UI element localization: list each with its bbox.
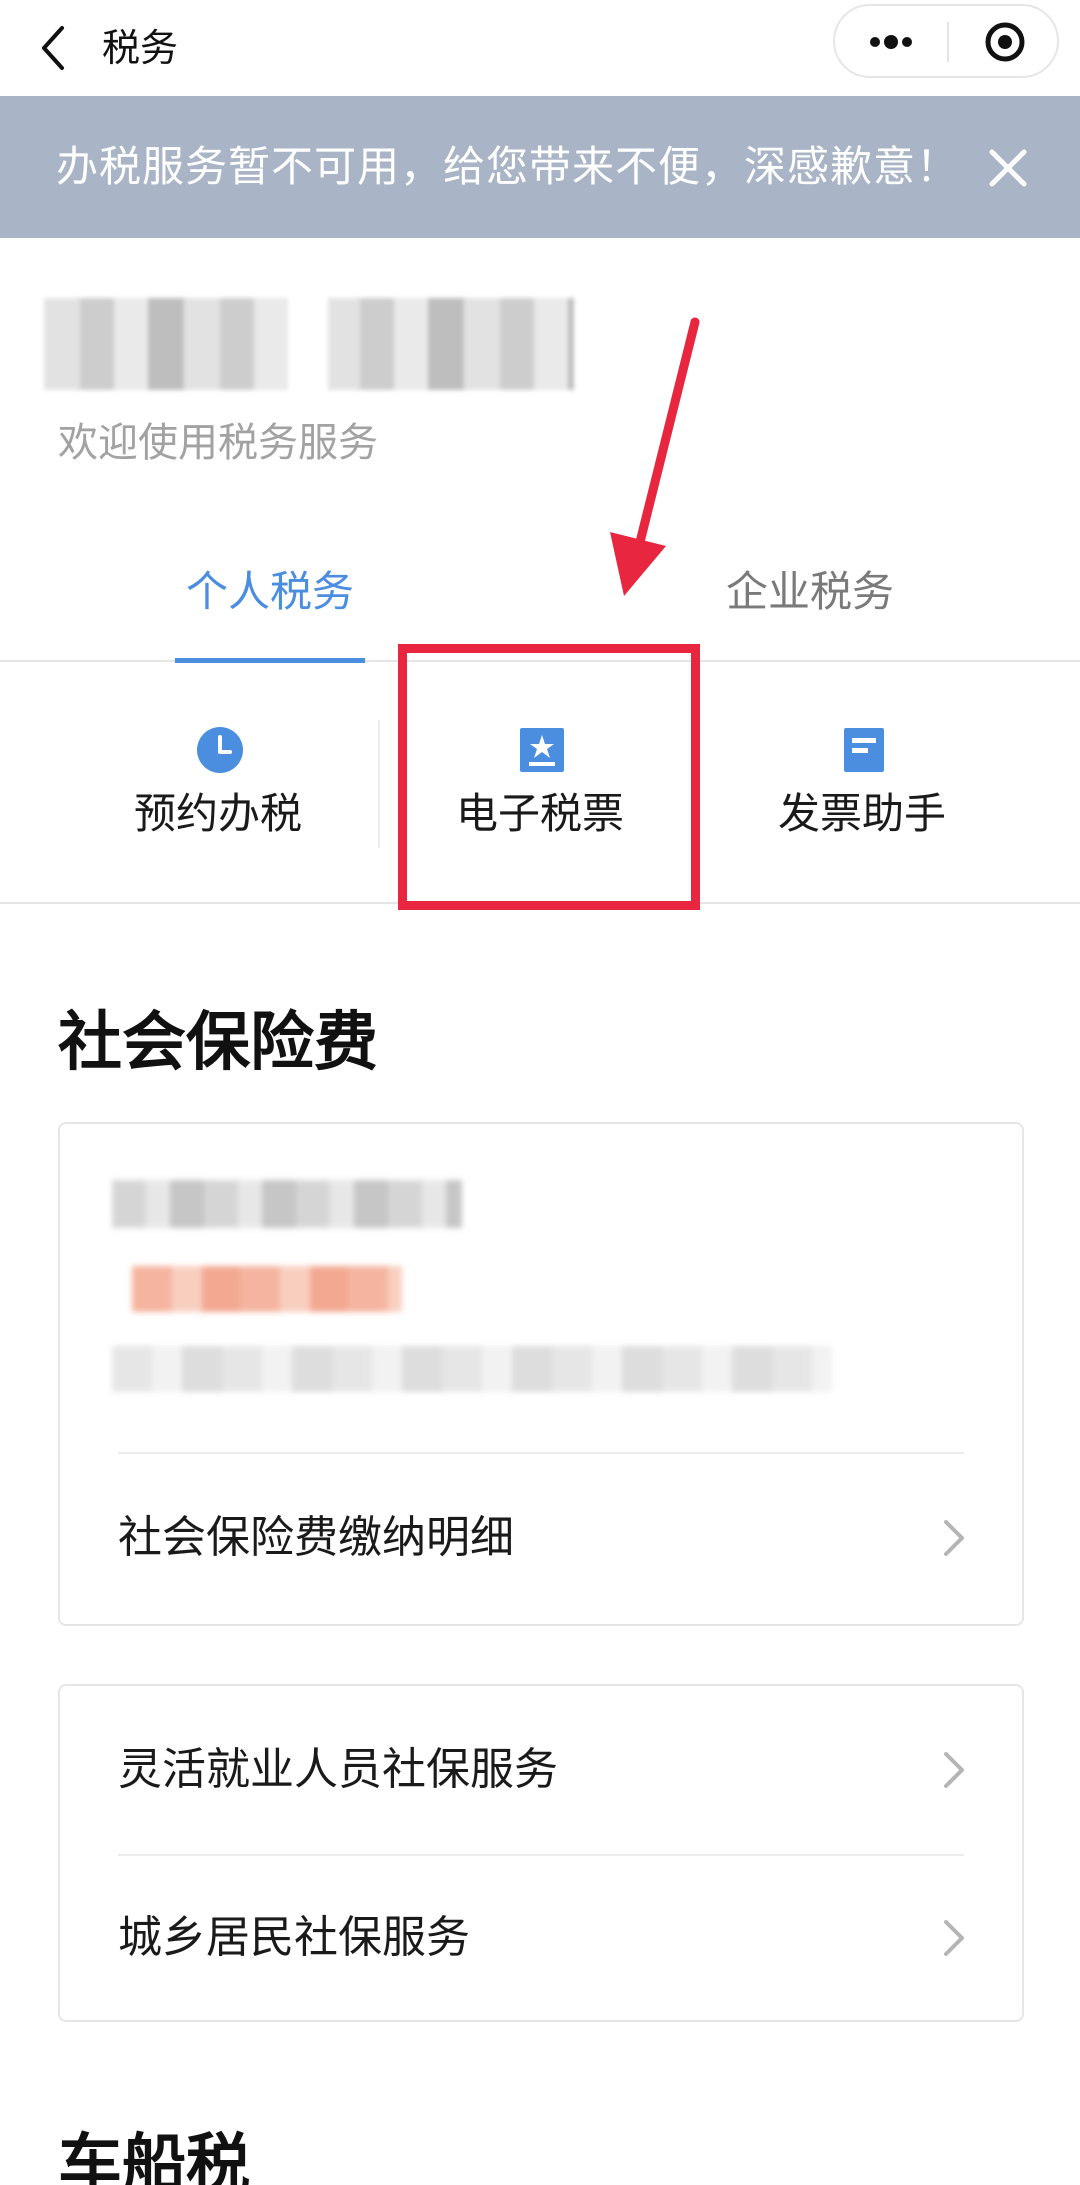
- list-item-payment-details[interactable]: 社会保险费缴纳明细: [60, 1454, 1022, 1622]
- quick-item-appointment[interactable]: 预约办税: [58, 664, 378, 904]
- tax-tabs: 个人税务 企业税务: [0, 548, 1080, 663]
- redacted-detail: [112, 1346, 832, 1392]
- quick-item-e-tax-receipt[interactable]: 电子税票: [380, 664, 700, 904]
- list-item-flexible-employment[interactable]: 灵活就业人员社保服务: [60, 1686, 1022, 1854]
- notice-text: 办税服务暂不可用，给您带来不便，深感歉意！: [56, 142, 956, 191]
- user-name-redacted: [44, 298, 574, 390]
- welcome-text: 欢迎使用税务服务: [58, 420, 378, 466]
- more-button[interactable]: [835, 6, 947, 76]
- close-mini-program-button[interactable]: [949, 6, 1059, 76]
- section-title-vehicle-vessel-tax: 车船税: [58, 2128, 250, 2185]
- chevron-right-icon: [944, 1752, 964, 1788]
- notice-close-button[interactable]: [986, 146, 1030, 190]
- navigation-bar: 税务: [0, 0, 1080, 96]
- active-tab-indicator: [175, 658, 365, 663]
- star-ticket-icon: [520, 728, 564, 772]
- quick-item-label: 电子税票: [455, 789, 624, 838]
- close-icon: [989, 149, 1027, 187]
- tax-service-page: 税务 办税服务暂不可用，给您带来不便，深感歉意！ 欢迎使用税务服务 个人税务 企…: [0, 0, 1080, 2185]
- quick-services: 预约办税 电子税票 发票助手: [0, 664, 1080, 904]
- mini-program-capsule: [833, 4, 1059, 78]
- quick-item-label: 预约办税: [133, 789, 302, 838]
- redacted-amount: [132, 1266, 402, 1312]
- tab-enterprise-tax[interactable]: 企业税务: [726, 562, 894, 622]
- list-item-urban-rural-residents[interactable]: 城乡居民社保服务: [60, 1854, 1022, 2022]
- document-icon: [844, 728, 884, 772]
- list-item-label: 社会保险费缴纳明细: [118, 1512, 514, 1563]
- quick-item-label: 发票助手: [777, 789, 946, 838]
- social-insurance-card: 社会保险费缴纳明细: [58, 1122, 1024, 1626]
- section-title-social-insurance: 社会保险费: [58, 1006, 378, 1080]
- more-dots-icon: [870, 35, 912, 49]
- chevron-right-icon: [944, 1520, 964, 1556]
- social-insurance-services-card: 灵活就业人员社保服务 城乡居民社保服务: [58, 1684, 1024, 2022]
- chevron-left-icon: [42, 26, 64, 70]
- list-item-label: 灵活就业人员社保服务: [118, 1744, 558, 1795]
- tab-personal-tax[interactable]: 个人税务: [186, 562, 354, 622]
- target-circle-icon: [985, 22, 1025, 62]
- quick-item-invoice-assistant[interactable]: 发票助手: [702, 664, 1022, 904]
- redacted-info: [112, 1180, 462, 1228]
- back-button[interactable]: [26, 18, 86, 78]
- clock-icon: [197, 727, 243, 773]
- page-title: 税务: [102, 26, 179, 70]
- list-item-label: 城乡居民社保服务: [118, 1912, 470, 1963]
- chevron-right-icon: [944, 1920, 964, 1956]
- notice-banner: 办税服务暂不可用，给您带来不便，深感歉意！: [0, 96, 1080, 238]
